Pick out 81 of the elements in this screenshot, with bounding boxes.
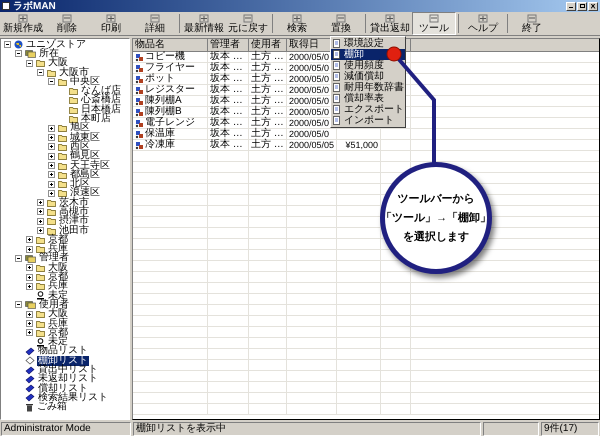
table-cell: 坂本 … [210,118,243,128]
tree-item[interactable]: 所在 [38,48,60,59]
toolbar-button[interactable]: ツール [412,12,456,35]
tree-item[interactable]: 中央区 [69,76,101,87]
status-text: 9件(17) [541,422,599,436]
table-cell: 土方 … [251,63,284,73]
table-cell: 2000/05/0 [289,85,330,95]
table-cell: 土方 … [251,52,284,62]
toolbar-button[interactable]: 新規作成 [1,12,45,35]
tree-item[interactable]: 未定 [47,290,69,301]
column-header[interactable]: 管理者 [208,39,249,52]
toolbar-button[interactable]: 置換 [319,12,363,35]
table-cell: 坂本 … [210,52,243,62]
table-cell: 2000/05/0 [289,63,330,73]
table-cell: 土方 … [251,118,284,128]
column-header[interactable]: 使用者 [249,39,287,52]
table-cell: フライヤー [145,63,195,73]
toolbar-button[interactable]: 印刷 [89,12,133,35]
table-cell: コピー機 [145,52,185,62]
tree-item[interactable]: 高槻市 [58,207,90,217]
tree-item[interactable]: 検索結果リスト [37,392,109,403]
table-cell: ¥51,000 [345,140,378,150]
table-cell: 土方 … [251,107,284,117]
toolbar-button[interactable]: ヘルプ [461,12,505,35]
table-cell: 土方 … [251,85,284,95]
tree-item[interactable]: 城東区 [69,132,101,143]
table-cell: 土方 … [251,74,284,84]
menu-item[interactable]: インポート [331,115,405,126]
table-cell: 陳列棚A [145,96,182,106]
status-text: 棚卸リストを表示中 [133,422,481,436]
table-cell: 保温庫 [145,129,175,139]
toolbar-button[interactable]: 最新情報 [182,12,226,35]
tree-item[interactable]: ごみ箱 [36,402,68,412]
menu-item[interactable]: 償却率表 [331,93,405,104]
table-cell: 坂本 … [210,96,243,106]
tree-item[interactable]: 茨木市 [58,198,90,208]
table-cell: 土方 … [251,129,284,139]
tree-item[interactable]: 大阪 [47,262,69,273]
toolbar-button[interactable]: 詳細 [133,12,177,35]
table-cell: 坂本 … [210,129,243,139]
table-cell: 2000/05/0 [289,129,330,139]
table-cell: 電子レンジ [145,118,195,128]
table-cell: 坂本 … [210,107,243,117]
tree-item[interactable]: 兵庫 [47,318,69,329]
table-cell: 2000/05/0 [289,96,330,106]
table-cell: 土方 … [251,140,284,150]
table-cell: 冷凍庫 [145,140,175,150]
menu-item[interactable]: 使用頻度 [331,60,405,71]
table-cell: 2000/05/05 [289,140,334,150]
tree-item[interactable]: 京都 [47,328,69,338]
table-cell: 2000/05/0 [289,74,330,84]
table-cell: 2000/05/0 [289,118,330,128]
table-cell: 2000/05/0 [289,52,330,62]
tree-item[interactable]: 大阪 [47,58,69,68]
table-cell: 坂本 … [210,85,243,95]
table-cell: 2000/05/0 [289,107,330,117]
table-cell: 坂本 … [210,63,243,73]
tree-item[interactable]: 管理者 [38,253,70,264]
toolbar-button[interactable]: 貸出返却 [368,12,412,35]
toolbar-button[interactable]: 検索 [275,12,319,35]
table-cell: 坂本 … [210,140,243,150]
table-cell: 土方 … [251,96,284,106]
menu-item[interactable]: 耐用年数辞書 [331,82,405,93]
tree-item[interactable]: 京都 [47,234,69,245]
toolbar-button[interactable]: 削除 [45,12,89,35]
status-text: Administrator Mode [1,422,131,436]
window-title: ラボMAN [13,0,56,12]
tree-item[interactable]: 使用者 [38,300,70,310]
table-cell: ポット [145,74,175,84]
tree-item[interactable]: 池田市 [58,226,90,236]
table-cell: レジスター [145,85,195,95]
menu-item[interactable]: 減価償却 [331,71,405,82]
tree-item[interactable]: 大阪市 [58,68,90,78]
toolbar-button[interactable]: 元に戻す [226,12,270,35]
callout-text: ツールバーから 「ツール」→「棚卸」 を選択します [381,192,491,244]
menu-item[interactable]: エクスポート [331,104,405,115]
column-header[interactable]: 物品名 [133,39,208,52]
table-cell: 坂本 … [210,74,243,84]
tree-item[interactable]: 日本橋店 [80,104,122,115]
toolbar-button[interactable]: 終了 [510,12,554,35]
table-cell: 陳列棚B [145,107,182,117]
